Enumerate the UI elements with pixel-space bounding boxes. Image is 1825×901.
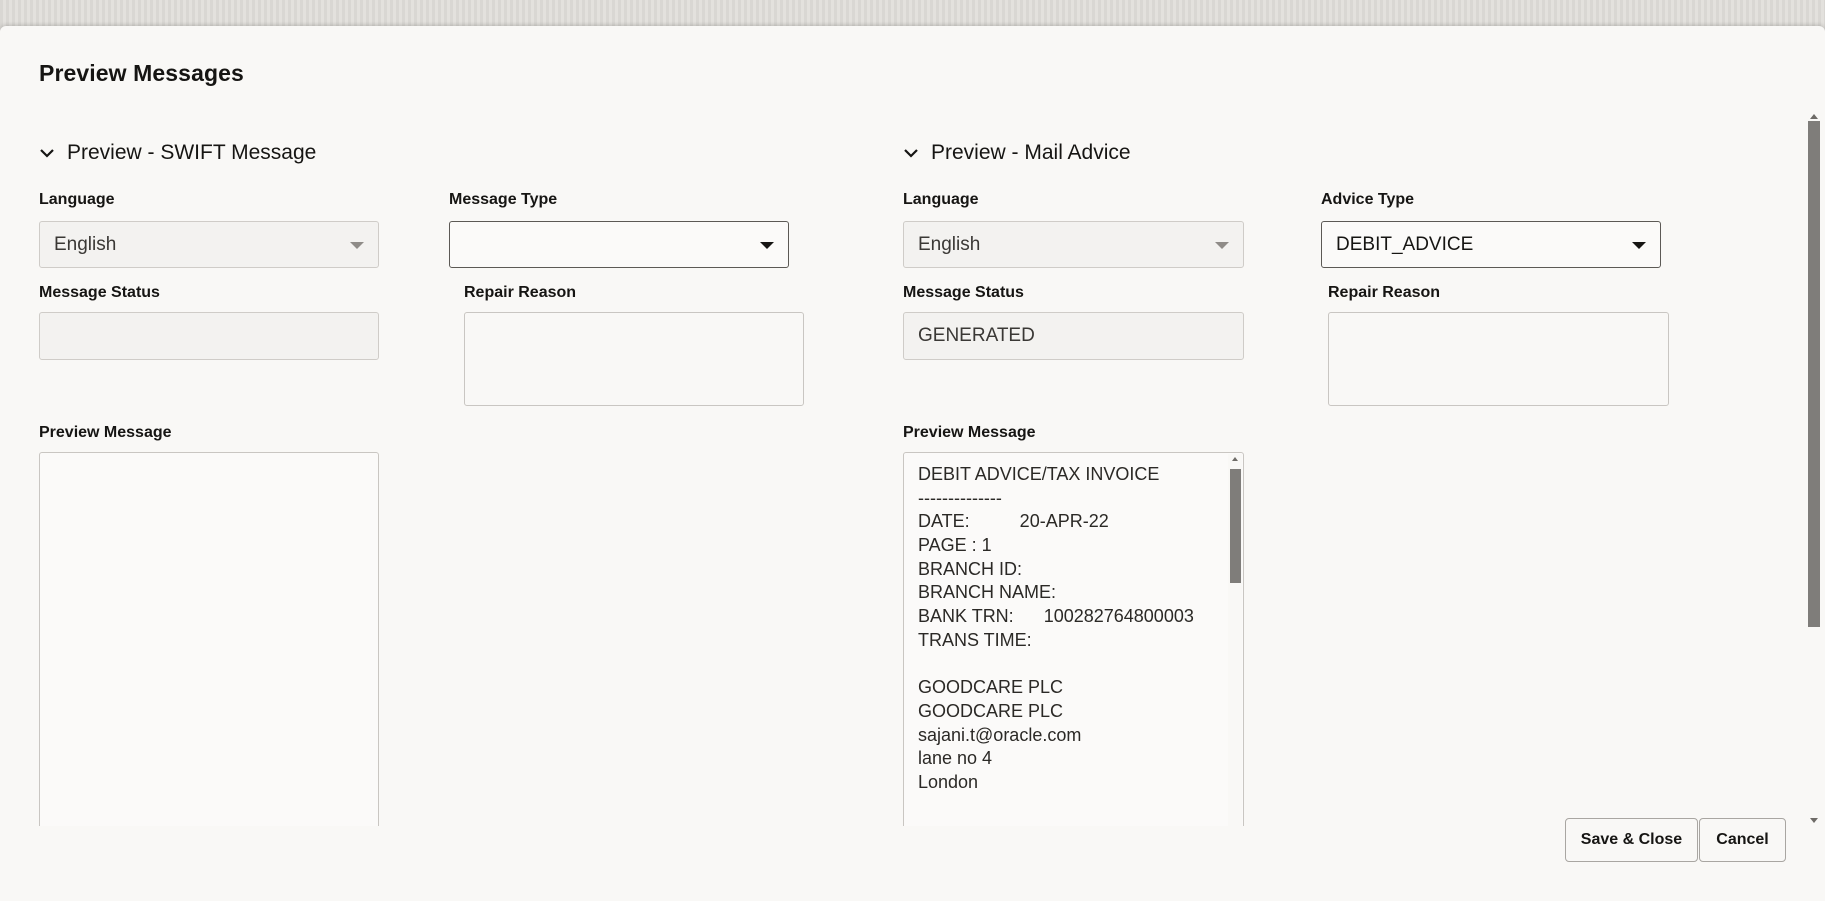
mail-language-value: English: [918, 233, 981, 255]
mail-advice-type-label: Advice Type: [1321, 191, 1415, 208]
swift-repair-reason-textarea[interactable]: [464, 312, 804, 406]
preview-line: TRANS TIME:: [918, 629, 1032, 650]
mail-advice-type-value: DEBIT_ADVICE: [1336, 233, 1474, 255]
mail-language-label: Language: [903, 191, 979, 208]
mail-preview-label: Preview Message: [903, 424, 1036, 441]
mail-message-status-value: GENERATED: [918, 325, 1035, 346]
preview-line: BANK TRN: 100282764800003: [918, 606, 1194, 627]
mail-language-select[interactable]: English: [903, 221, 1244, 268]
caret-down-icon: [350, 241, 364, 249]
preview-line: DATE: 20-APR-22: [918, 511, 1109, 532]
preview-line: DEBIT ADVICE/TAX INVOICE: [918, 464, 1160, 484]
swift-language-label: Language: [39, 191, 115, 208]
preview-scrollbar-thumb[interactable]: [1230, 469, 1241, 583]
swift-message-type-select[interactable]: [449, 221, 789, 268]
preview-line: BRANCH ID:: [918, 558, 1023, 579]
swift-message-status-label: Message Status: [39, 284, 160, 301]
dialog-scrollbar[interactable]: [1803, 111, 1825, 826]
scroll-up-icon[interactable]: [1232, 457, 1238, 461]
mail-advice-type-select[interactable]: DEBIT_ADVICE: [1321, 221, 1661, 268]
preview-line: sajani.t@oracle.com: [918, 724, 1082, 745]
preview-line: PAGE : 1: [918, 535, 992, 556]
mail-preview-textarea[interactable]: DEBIT ADVICE/TAX INVOICE -------------- DA…: [903, 452, 1244, 826]
scroll-up-icon[interactable]: [1810, 114, 1818, 119]
preview-messages-dialog: Preview Messages Preview - SWIFT Message…: [0, 26, 1825, 901]
dialog-content: Preview - SWIFT Message Language English…: [0, 111, 1803, 826]
swift-preview-label: Preview Message: [39, 424, 172, 441]
swift-language-value: English: [54, 233, 117, 255]
cancel-button[interactable]: Cancel: [1699, 818, 1786, 862]
swift-message-status-field[interactable]: [39, 312, 379, 360]
preview-line: [918, 653, 1218, 677]
caret-down-icon: [1215, 241, 1229, 249]
preview-line: --------------: [918, 487, 1002, 508]
preview-line: GOODCARE PLC: [918, 700, 1064, 721]
preview-line: GOODCARE PLC: [918, 677, 1064, 698]
preview-line: London: [918, 771, 979, 792]
caret-down-icon: [1632, 241, 1646, 249]
mail-repair-reason-textarea[interactable]: [1328, 312, 1669, 406]
mail-message-status-field[interactable]: GENERATED: [903, 312, 1244, 360]
swift-language-select[interactable]: English: [39, 221, 379, 268]
mail-repair-reason-label: Repair Reason: [1328, 284, 1441, 301]
mail-message-status-label: Message Status: [903, 284, 1024, 301]
dialog-scrollbar-thumb[interactable]: [1808, 121, 1820, 627]
preview-line: lane no 4: [918, 748, 993, 769]
preview-line: [918, 795, 1218, 819]
swift-section-title: Preview - SWIFT Message: [67, 141, 317, 164]
mail-preview-content: DEBIT ADVICE/TAX INVOICE -------------- DA…: [918, 463, 1218, 818]
swift-section-header[interactable]: Preview - SWIFT Message: [39, 141, 316, 165]
swift-repair-reason-label: Repair Reason: [464, 284, 577, 301]
preview-line: BRANCH NAME:: [918, 582, 1057, 603]
caret-down-icon: [760, 241, 774, 249]
preview-scrollbar[interactable]: [1228, 454, 1242, 826]
mail-section-title: Preview - Mail Advice: [931, 141, 1131, 164]
chevron-down-icon: [904, 149, 918, 158]
mail-section-header[interactable]: Preview - Mail Advice: [903, 141, 1131, 165]
swift-message-type-label: Message Type: [449, 191, 558, 208]
save-close-button[interactable]: Save & Close: [1565, 818, 1698, 862]
scroll-down-icon[interactable]: [1810, 818, 1818, 823]
dialog-title: Preview Messages: [39, 60, 244, 86]
swift-preview-textarea[interactable]: [39, 452, 379, 826]
chevron-down-icon: [40, 149, 54, 158]
